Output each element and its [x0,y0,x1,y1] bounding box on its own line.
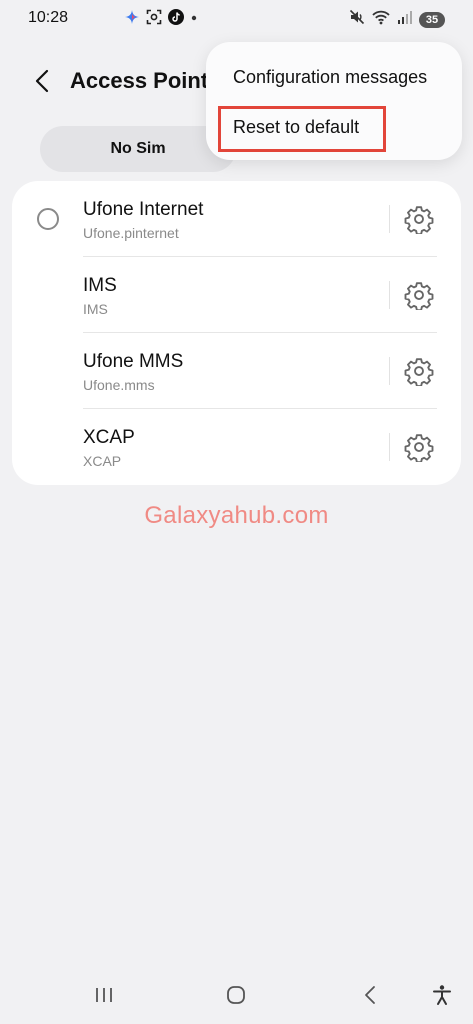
accessibility-button[interactable] [427,982,457,1008]
tiktok-icon [168,9,184,30]
apn-row-ims[interactable]: IMS IMS [12,257,461,333]
apn-settings-button[interactable] [404,432,434,462]
apn-name: Ufone Internet [83,199,204,220]
apn-row-ufone-internet[interactable]: Ufone Internet Ufone.pinternet [12,181,461,257]
back-icon [365,986,375,1004]
screenshot-icon [146,9,162,30]
divider [389,281,390,309]
status-left-icons [124,9,198,30]
apn-value: Ufone.mms [83,377,155,393]
gear-icon [404,434,434,462]
screen: 10:28 35 Access Point No Sim Configurati… [0,0,473,1024]
wifi-icon [371,9,391,30]
recent-apps-icon [96,988,112,1002]
apn-value: IMS [83,301,108,317]
recent-apps-button[interactable] [89,982,119,1008]
status-bar: 10:28 35 [0,0,473,36]
apn-row-xcap[interactable]: XCAP XCAP [12,409,461,485]
home-button[interactable] [221,982,251,1008]
dot-icon [190,9,198,30]
apn-name: Ufone MMS [83,351,184,372]
apn-row-ufone-mms[interactable]: Ufone MMS Ufone.mms [12,333,461,409]
apn-name: XCAP [83,427,135,448]
back-button[interactable] [28,66,56,96]
menu-item-reset-to-default[interactable]: Reset to default [206,102,462,152]
divider [389,205,390,233]
menu-item-configuration-messages[interactable]: Configuration messages [206,52,462,102]
gear-icon [404,358,434,386]
apn-settings-button[interactable] [404,356,434,386]
page-title: Access Point Names [70,68,220,93]
divider [389,357,390,385]
watermark-text: Galaxyahub.com [144,502,329,529]
status-right-icons: 35 [349,9,445,30]
nav-back-button[interactable] [355,982,385,1008]
apn-name: IMS [83,275,117,296]
apn-value: XCAP [83,453,122,469]
signal-icon [397,9,413,30]
apn-settings-button[interactable] [404,280,434,310]
navigation-bar [0,970,473,1024]
apn-settings-button[interactable] [404,204,434,234]
divider [389,433,390,461]
apn-radio-button[interactable] [37,208,59,230]
chevron-left-icon [35,69,49,93]
apn-value: Ufone.pinternet [83,225,179,241]
mute-icon [349,9,365,30]
battery-icon: 35 [419,11,445,28]
overflow-menu: Configuration messages Reset to default [206,42,462,160]
home-icon [227,986,245,1004]
apn-list: Ufone Internet Ufone.pinternet IMS IMS U… [12,181,461,485]
status-time: 10:28 [28,9,69,26]
gear-icon [404,282,434,310]
accessibility-icon [433,985,451,1005]
gear-icon [404,206,434,234]
gemini-sparkle-icon [124,9,140,30]
